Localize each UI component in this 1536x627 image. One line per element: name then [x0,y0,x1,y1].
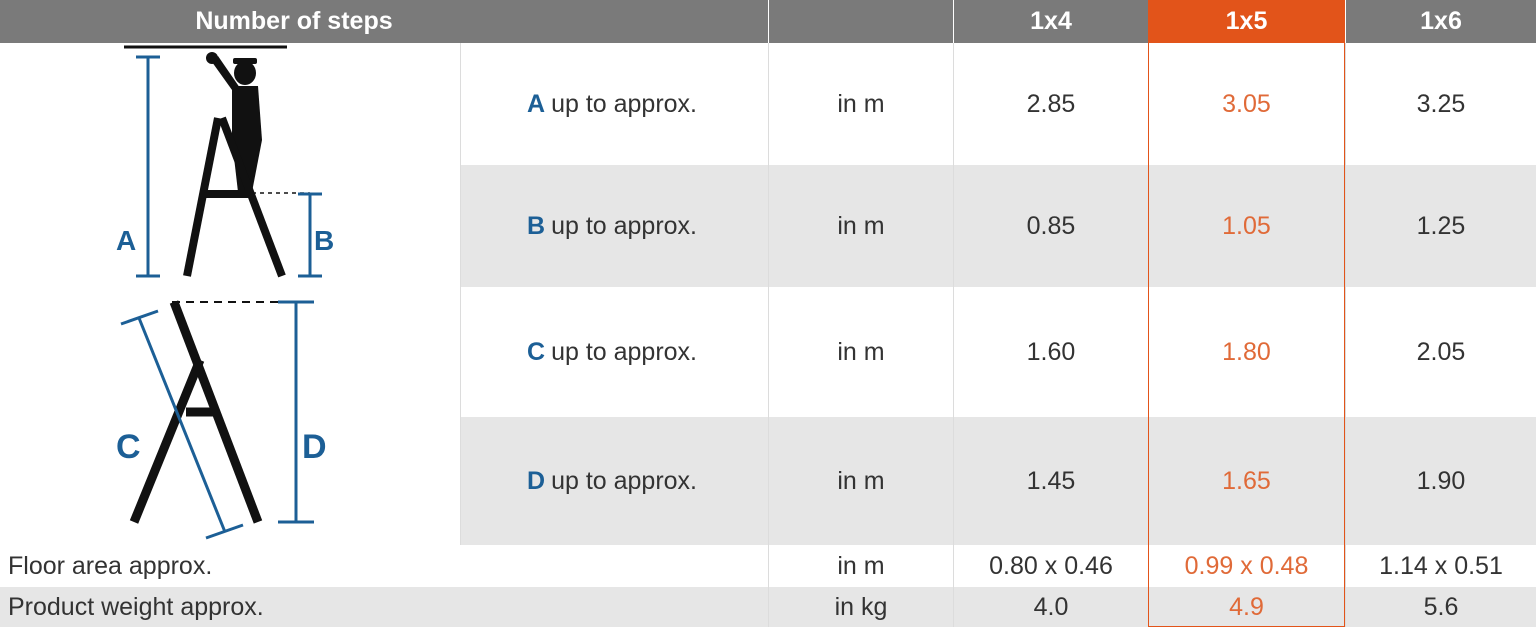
row-d-1x4: 1.45 [1026,466,1076,495]
floor-area-1x6: 1.14 x 0.51 [1379,551,1503,580]
row-label-text: up to approx. [551,211,697,240]
floor-area-1x4: 0.80 x 0.46 [989,551,1113,580]
ladder-diagram: A B C D [116,45,334,540]
row-letter: C [527,337,546,366]
row-d-label: Dup to approx. [527,417,767,545]
row-b-label: Bup to approx. [527,165,767,287]
row-a-1x4: 2.85 [1026,89,1076,118]
header-title: Number of steps [195,7,393,35]
row-b-unit: in m [837,211,885,240]
weight-1x6: 5.6 [1423,592,1459,621]
header-col-1x5: 1x5 [1148,0,1345,43]
row-c-1x4: 1.60 [1026,337,1076,366]
row-letter: B [527,211,546,240]
row-letter: A [527,89,546,118]
row-d-1x5: 1.65 [1222,466,1271,495]
lower-ladder [129,300,263,524]
floor-area-1x5: 0.99 x 0.48 [1184,551,1309,580]
row-b-1x5: 1.05 [1222,211,1271,240]
header-col-label: 1x6 [1420,7,1462,35]
row-letter: D [527,466,546,495]
row-d-1x6: 1.90 [1416,466,1466,495]
header-title-cell: Number of steps [0,0,768,43]
dimension-a [136,55,160,278]
letter-a: A [116,225,136,256]
row-c-1x6: 2.05 [1416,337,1466,366]
weight-1x4: 4.0 [1033,592,1069,621]
row-c-unit: in m [837,337,885,366]
row-label-text: up to approx. [551,89,697,118]
row-a-unit: in m [837,89,885,118]
weight-label: Product weight approx. [8,592,264,621]
row-a-1x5: 3.05 [1222,89,1271,118]
row-d-unit: in m [837,466,885,495]
header-unit-cell [769,0,953,43]
header-col-label: 1x5 [1225,7,1268,35]
row-c-1x5: 1.80 [1222,337,1271,366]
weight-unit: in kg [834,592,888,621]
row-a-label: Aup to approx. [527,43,767,165]
letter-d: D [302,428,327,466]
upper-ladder [183,116,286,278]
row-label-text: up to approx. [551,466,697,495]
header-col-label: 1x4 [1030,7,1072,35]
row-label-text: up to approx. [551,337,697,366]
row-c-label: Cup to approx. [527,287,767,417]
floor-area-label: Floor area approx. [8,551,213,580]
divider [460,43,461,545]
letter-c: C [116,428,141,466]
row-b-1x6: 1.25 [1416,211,1466,240]
row-b-1x4: 0.85 [1026,211,1076,240]
floor-area-unit: in m [837,551,885,580]
row-a-1x6: 3.25 [1416,89,1466,118]
header-col-1x6: 1x6 [1346,0,1536,43]
letter-b: B [314,225,334,256]
header-col-1x4: 1x4 [954,0,1148,43]
weight-1x5: 4.9 [1229,592,1264,621]
dimension-d [278,300,314,524]
